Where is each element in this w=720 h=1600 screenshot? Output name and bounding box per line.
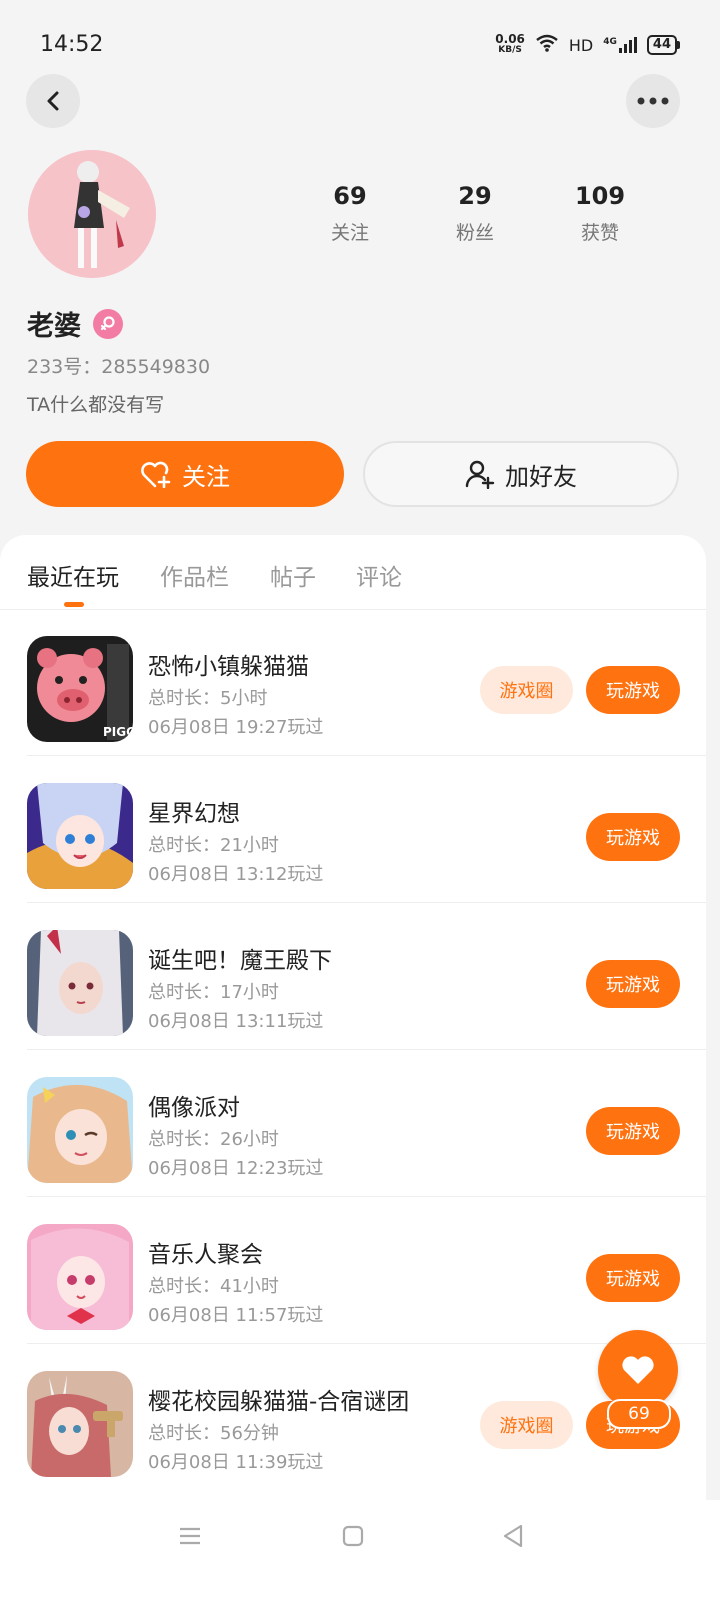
game-circle-button[interactable]: 游戏圈	[480, 1401, 573, 1449]
stat-following[interactable]: 69 关注	[290, 182, 410, 245]
game-icon-label: PIGGY	[103, 725, 133, 739]
back-arrow-icon	[47, 91, 59, 111]
play-game-button[interactable]: 玩游戏	[586, 666, 680, 714]
stat-following-label: 关注	[330, 222, 369, 244]
like-count-badge: 69	[607, 1399, 671, 1429]
heart-plus-icon	[141, 461, 171, 488]
game-name: 恐怖小镇躲猫猫	[148, 654, 309, 680]
heart-icon	[622, 1356, 654, 1384]
wifi-icon	[535, 34, 559, 56]
network-speed: 0.06 KB/S	[495, 32, 525, 56]
game-duration: 总时长：41小时	[148, 1276, 279, 1297]
stat-likes-count: 109	[574, 182, 626, 210]
avatar[interactable]	[28, 150, 156, 278]
status-bar: 14:52 0.06 KB/S HD 4G 44	[0, 0, 720, 90]
home-nav-button[interactable]	[333, 1516, 373, 1556]
game-duration: 总时长：5小时	[148, 688, 268, 709]
signal-icon: 4G	[603, 37, 637, 53]
game-row[interactable]: 诞生吧！魔王殿下 总时长：17小时 06月08日 13:11玩过 玩游戏	[27, 903, 706, 1050]
game-name: 星界幻想	[148, 801, 240, 827]
menu-nav-button[interactable]	[170, 1516, 210, 1556]
game-icon[interactable]: PIGGY	[27, 636, 133, 742]
game-name: 偶像派对	[148, 1095, 240, 1121]
battery-icon: 44	[646, 35, 680, 55]
system-nav-bar	[0, 1500, 720, 1600]
game-last-played: 06月08日 12:23玩过	[148, 1158, 324, 1179]
battery-level: 44	[646, 35, 677, 55]
stat-likes[interactable]: 109 获赞	[540, 182, 660, 245]
add-friend-label: 加好友	[505, 462, 577, 491]
game-last-played: 06月08日 11:57玩过	[148, 1305, 324, 1326]
game-icon[interactable]	[27, 1077, 133, 1183]
like-fab-button[interactable]	[598, 1330, 678, 1410]
network-speed-unit: KB/S	[498, 45, 522, 55]
game-last-played: 06月08日 13:11玩过	[148, 1011, 324, 1032]
tab-recently-played[interactable]: 最近在玩	[27, 558, 119, 592]
back-button[interactable]	[26, 74, 80, 128]
play-game-button[interactable]: 玩游戏	[586, 960, 680, 1008]
game-duration: 总时长：26小时	[148, 1129, 279, 1150]
play-game-button[interactable]: 玩游戏	[586, 1107, 680, 1155]
game-name: 诞生吧！魔王殿下	[148, 948, 332, 974]
stat-fans-count: 29	[458, 182, 492, 210]
game-row[interactable]: 星界幻想 总时长：21小时 06月08日 13:12玩过 玩游戏	[27, 756, 706, 903]
status-time: 14:52	[40, 32, 104, 57]
follow-button[interactable]: 关注	[26, 441, 344, 507]
game-name: 音乐人聚会	[148, 1242, 263, 1268]
game-last-played: 06月08日 11:39玩过	[148, 1452, 324, 1473]
user-bio: TA什么都没有写	[27, 394, 165, 416]
game-row[interactable]: PIGGY 恐怖小镇躲猫猫 总时长：5小时 06月08日 19:27玩过 游戏圈…	[27, 609, 706, 756]
hd-label: HD	[568, 35, 594, 55]
game-last-played: 06月08日 19:27玩过	[148, 717, 324, 738]
game-duration: 总时长：21小时	[148, 835, 279, 856]
tab-posts[interactable]: 帖子	[270, 558, 316, 592]
play-game-button[interactable]: 玩游戏	[586, 813, 680, 861]
stat-likes-label: 获赞	[580, 222, 619, 244]
status-icons: 0.06 KB/S HD 4G 44	[495, 32, 680, 56]
game-duration: 总时长：56分钟	[148, 1423, 279, 1444]
profile-stats: 69 关注 29 粉丝 109 获赞	[290, 182, 660, 245]
user-id: 233号：285549830	[27, 356, 211, 378]
stat-fans[interactable]: 29 粉丝	[415, 182, 535, 245]
username: 老婆	[27, 311, 81, 342]
menu-icon	[180, 1527, 200, 1545]
game-row[interactable]: 偶像派对 总时长：26小时 06月08日 12:23玩过 玩游戏	[27, 1050, 706, 1197]
game-circle-button[interactable]: 游戏圈	[480, 666, 573, 714]
signal-label: 4G	[603, 37, 617, 47]
game-icon[interactable]	[27, 930, 133, 1036]
content-card: 最近在玩 作品栏 帖子 评论 PIGGY 恐怖小镇躲猫猫 总时长：5小时 06	[0, 535, 706, 1600]
game-row[interactable]: 音乐人聚会 总时长：41小时 06月08日 11:57玩过 玩游戏	[27, 1197, 706, 1344]
game-icon[interactable]	[27, 783, 133, 889]
game-name: 樱花校园躲猫猫-合宿谜团	[148, 1389, 410, 1415]
female-icon	[93, 308, 123, 339]
game-duration: 总时长：17小时	[148, 982, 279, 1003]
add-friend-button[interactable]: 加好友	[363, 441, 679, 507]
follow-label: 关注	[182, 462, 230, 491]
game-icon[interactable]	[27, 1371, 133, 1477]
stat-fans-label: 粉丝	[455, 222, 494, 244]
username-row: 老婆	[27, 304, 123, 343]
tab-works[interactable]: 作品栏	[160, 558, 229, 592]
back-triangle-icon	[503, 1524, 523, 1548]
stat-following-count: 69	[333, 182, 367, 210]
profile-tabs: 最近在玩 作品栏 帖子 评论	[0, 535, 706, 610]
more-dots-icon	[637, 97, 669, 105]
back-nav-button[interactable]	[493, 1516, 533, 1556]
game-last-played: 06月08日 13:12玩过	[148, 864, 324, 885]
more-options-button[interactable]	[626, 74, 680, 128]
game-icon[interactable]	[27, 1224, 133, 1330]
tab-comments[interactable]: 评论	[356, 558, 402, 592]
play-game-button[interactable]: 玩游戏	[586, 1254, 680, 1302]
add-user-icon	[465, 460, 495, 489]
network-speed-value: 0.06	[495, 32, 525, 46]
tab-indicator	[64, 602, 84, 607]
home-square-icon	[342, 1525, 364, 1547]
